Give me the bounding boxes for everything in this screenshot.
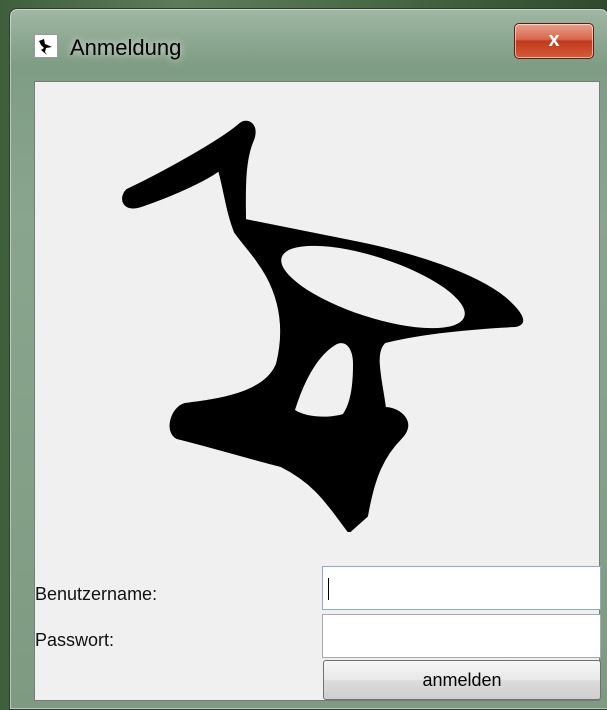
window-title: Anmeldung xyxy=(70,35,182,60)
password-input[interactable] xyxy=(322,614,601,658)
login-button[interactable]: anmelden xyxy=(323,660,601,700)
dialog-content: Benutzername: Passwort: anmelden xyxy=(34,81,601,701)
app-icon xyxy=(34,34,58,58)
close-button[interactable]: x xyxy=(514,23,594,59)
text-caret xyxy=(328,578,329,600)
ibis-bird-logo xyxy=(122,120,524,532)
title-bar[interactable]: Anmeldung x xyxy=(10,9,607,81)
ibis-app-icon xyxy=(39,39,52,55)
login-window: Anmeldung x Benutzername: Passwort: anme… xyxy=(9,8,607,710)
password-label: Passwort: xyxy=(35,630,115,650)
username-label: Benutzername: xyxy=(35,584,158,604)
username-input[interactable] xyxy=(322,566,601,610)
